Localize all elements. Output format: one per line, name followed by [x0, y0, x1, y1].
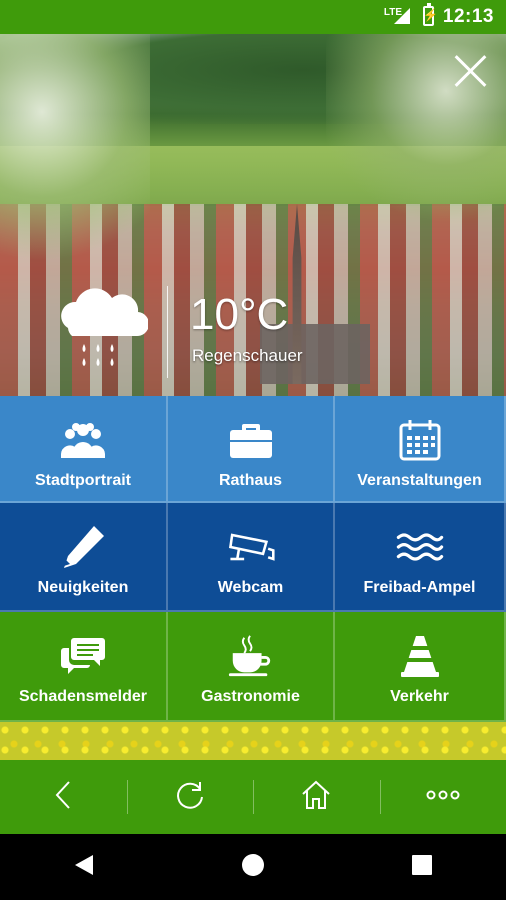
- tile-webcam[interactable]: Webcam: [168, 503, 335, 612]
- home-circle-icon: [241, 853, 265, 882]
- tile-label: Schadensmelder: [18, 688, 148, 705]
- weather-description: Regenschauer: [192, 346, 303, 365]
- more-button[interactable]: [379, 760, 506, 834]
- system-back-button[interactable]: [54, 837, 114, 897]
- tile-gastronomie[interactable]: Gastronomie: [168, 612, 335, 722]
- tile-freibad-ampel[interactable]: Freibad-Ampel: [335, 503, 506, 612]
- system-recents-button[interactable]: [392, 837, 452, 897]
- tile-neuigkeiten[interactable]: Neuigkeiten: [0, 503, 168, 612]
- home-button[interactable]: [253, 760, 380, 834]
- status-bar: LTE 12:13: [0, 0, 506, 34]
- signal-icon: [394, 8, 410, 24]
- water-waves-icon: [396, 523, 444, 571]
- tile-schadensmelder[interactable]: Schadensmelder: [0, 612, 168, 722]
- back-icon: [53, 780, 73, 815]
- tile-veranstaltungen[interactable]: Veranstaltungen: [335, 396, 506, 503]
- chat-bubbles-icon: [59, 632, 107, 680]
- home-icon: [300, 779, 332, 816]
- recents-square-icon: [411, 854, 433, 881]
- battery-icon: [423, 3, 438, 26]
- traffic-cone-icon: [396, 632, 444, 680]
- people-group-icon: [59, 416, 107, 464]
- more-icon: [426, 788, 460, 806]
- tile-label: Verkehr: [390, 688, 449, 705]
- system-home-button[interactable]: [223, 837, 283, 897]
- weather-divider: [167, 286, 168, 378]
- tile-label: Rathaus: [218, 472, 283, 489]
- tile-label: Webcam: [217, 579, 284, 596]
- tile-label: Stadtportrait: [35, 472, 131, 489]
- calendar-icon: [396, 416, 444, 464]
- weather-temperature: 10°C: [190, 290, 289, 339]
- back-triangle-icon: [73, 853, 95, 882]
- rain-cloud-icon: [54, 288, 150, 374]
- tile-verkehr[interactable]: Verkehr: [335, 612, 506, 722]
- bottom-toolbar: [0, 760, 506, 834]
- clock: 12:13: [442, 6, 494, 27]
- pencil-icon: [59, 523, 107, 571]
- reload-icon: [174, 779, 206, 816]
- back-button[interactable]: [0, 760, 127, 834]
- security-camera-icon: [227, 523, 275, 571]
- reload-button[interactable]: [126, 760, 254, 834]
- close-icon[interactable]: [454, 54, 488, 88]
- tile-label: Neuigkeiten: [37, 579, 129, 596]
- decorative-flower-strip: [0, 722, 506, 760]
- tile-label: Gastronomie: [201, 688, 300, 705]
- menu-grid: Stadtportrait Rathaus Veranstaltungen Ne…: [0, 396, 506, 722]
- system-navigation-bar: [0, 834, 506, 900]
- briefcase-icon: [227, 416, 275, 464]
- tile-label: Freibad-Ampel: [363, 579, 476, 596]
- tile-stadtportrait[interactable]: Stadtportrait: [0, 396, 168, 503]
- tile-label: Veranstaltungen: [357, 472, 482, 489]
- tile-rathaus[interactable]: Rathaus: [168, 396, 335, 503]
- coffee-cup-icon: [227, 632, 275, 680]
